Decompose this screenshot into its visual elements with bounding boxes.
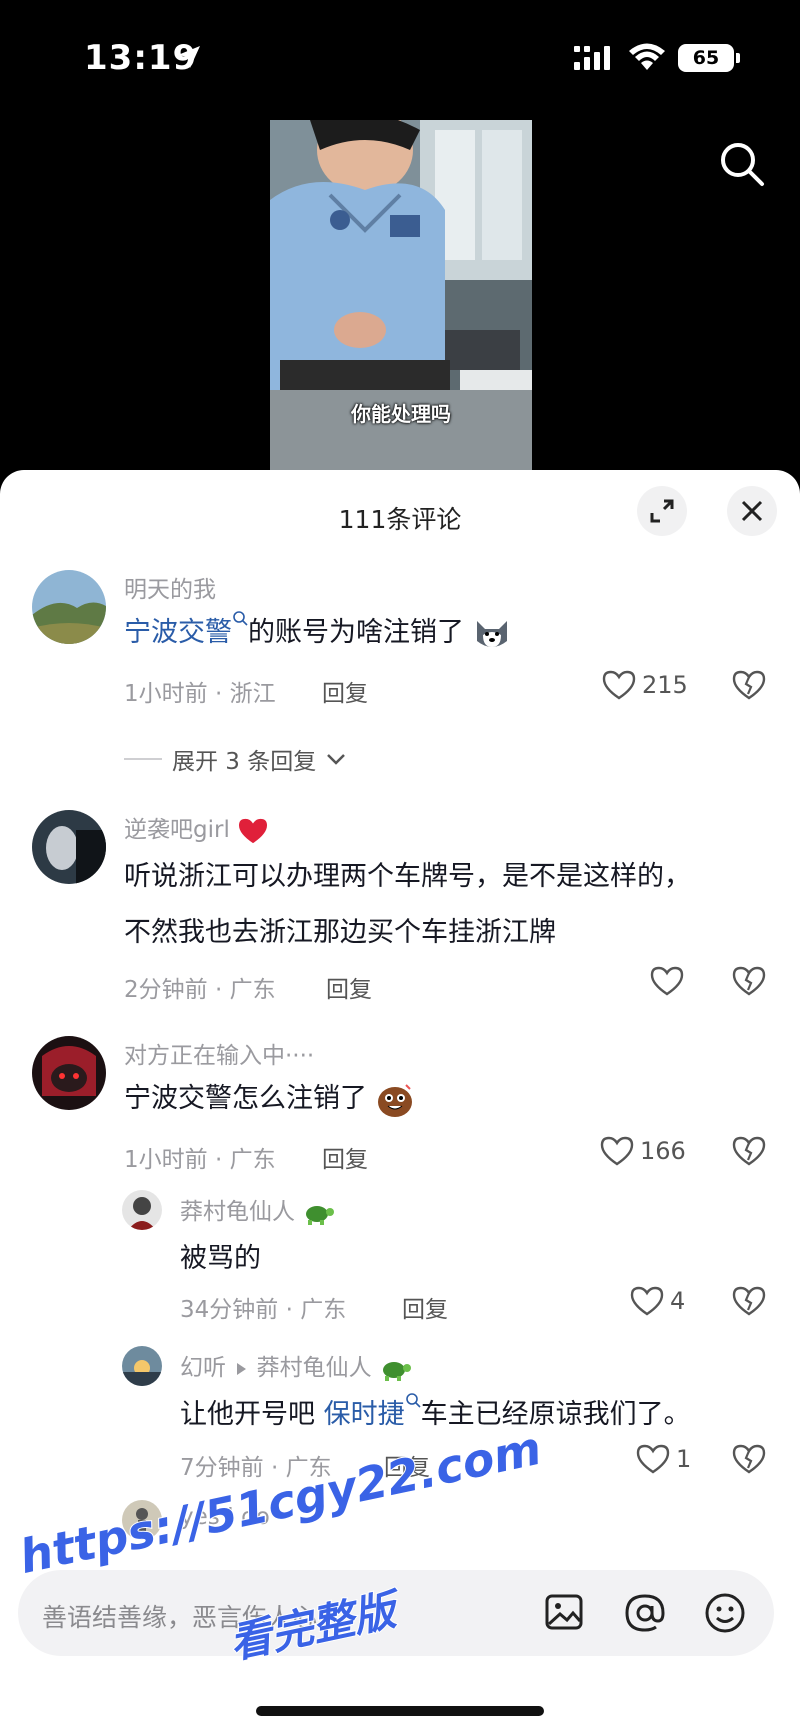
wifi-icon	[629, 43, 665, 70]
heart-icon	[636, 1444, 670, 1474]
video-player[interactable]: 你能处理吗	[270, 120, 532, 470]
turtle-emoji-icon	[382, 1361, 411, 1381]
topic-link[interactable]: 保时捷	[324, 1399, 405, 1430]
expand-replies-label: 展开 3 条回复	[172, 749, 317, 775]
reply-text-pre: 让他开号吧	[180, 1399, 324, 1430]
comment-text-line-2: 不然我也去浙江那边买个车挂浙江牌	[124, 917, 556, 948]
reply-button[interactable]: 回复	[322, 1140, 368, 1174]
comment-username[interactable]: 逆袭吧girl	[124, 810, 269, 845]
username-text: 逆袭吧girl	[124, 817, 230, 843]
video-caption: 你能处理吗	[351, 402, 451, 426]
expand-button[interactable]	[637, 486, 687, 536]
avatar[interactable]	[32, 1036, 106, 1110]
comment-meta: 1小时前 · 广东	[124, 1147, 276, 1173]
heart-icon	[630, 1286, 664, 1316]
comment-text-line-1: 听说浙江可以办理两个车牌号，是不是这样的，	[124, 861, 691, 892]
reply-text: 让他开号吧 保时捷 车主已经原谅我们了。	[180, 1392, 691, 1431]
dislike-icon[interactable]	[732, 670, 766, 700]
username-text: 莽村龟仙人	[180, 1199, 295, 1225]
battery-indicator: 65	[678, 44, 734, 72]
reply-meta: 34分钟前 · 广东	[180, 1297, 347, 1323]
comment-text-body: 宁波交警怎么注销了	[124, 1083, 367, 1114]
status-bar: 13:19 65	[0, 0, 800, 110]
search-icon	[405, 1393, 421, 1408]
image-icon[interactable]	[544, 1592, 584, 1632]
close-icon	[741, 500, 763, 522]
reply-text: 被骂的	[180, 1243, 261, 1274]
battery-nub	[736, 53, 740, 63]
search-icon	[233, 611, 248, 626]
husky-emoji-icon	[476, 620, 507, 647]
dislike-icon[interactable]	[732, 1136, 766, 1166]
location-arrow-icon	[178, 46, 200, 68]
like-button[interactable]: 215	[602, 670, 688, 700]
comment-username[interactable]: 明天的我	[124, 570, 216, 604]
reply-username[interactable]: 幻听 莽村龟仙人	[180, 1348, 411, 1382]
heart-emoji-icon	[239, 818, 268, 843]
expand-replies-button[interactable]: 展开 3 条回复	[124, 742, 346, 776]
like-button[interactable]: 166	[600, 1136, 686, 1166]
avatar[interactable]	[32, 810, 106, 884]
comment-meta: 1小时前 · 浙江	[124, 681, 276, 707]
heart-icon[interactable]	[650, 966, 684, 996]
home-indicator[interactable]	[256, 1706, 544, 1716]
at-icon[interactable]	[624, 1592, 666, 1634]
reply-text-post: 车主已经原谅我们了。	[420, 1399, 691, 1430]
heart-icon	[602, 670, 636, 700]
chevron-down-icon	[327, 754, 346, 765]
reply-username[interactable]: 莽村龟仙人	[180, 1192, 335, 1226]
signal-icon	[574, 46, 610, 70]
like-button[interactable]: 1	[636, 1444, 691, 1474]
avatar[interactable]	[32, 570, 106, 644]
like-count: 166	[640, 1137, 686, 1165]
expand-icon	[650, 499, 674, 523]
close-button[interactable]	[727, 486, 777, 536]
comment-username[interactable]: 对方正在输入中····	[124, 1036, 314, 1070]
like-count: 4	[670, 1287, 686, 1315]
laughing-emoji-icon	[377, 1083, 412, 1117]
comment-input-bar[interactable]: 善语结善缘，恶言伤人心	[18, 1570, 774, 1656]
reply-button[interactable]: 回复	[402, 1290, 448, 1324]
avatar[interactable]	[122, 1346, 162, 1386]
dislike-icon[interactable]	[732, 1444, 766, 1474]
like-count: 1	[676, 1445, 692, 1473]
heart-icon	[600, 1136, 634, 1166]
emoji-icon[interactable]	[704, 1592, 746, 1634]
comment-meta: 2分钟前 · 广东	[124, 977, 276, 1003]
dislike-icon[interactable]	[732, 1286, 766, 1316]
like-count: 215	[642, 671, 688, 699]
comment-text: 宁波交警怎么注销了	[124, 1076, 414, 1119]
divider-line	[124, 758, 162, 760]
topic-link[interactable]: 宁波交警	[124, 617, 232, 648]
comment-text: 宁波交警 的账号为啥注销了	[124, 610, 511, 651]
caret-right-icon	[237, 1362, 247, 1375]
reply-button[interactable]: 回复	[322, 674, 368, 708]
avatar[interactable]	[122, 1190, 162, 1230]
search-icon[interactable]	[718, 140, 766, 188]
like-button[interactable]: 4	[630, 1286, 685, 1316]
comment-text-rest: 的账号为啥注销了	[248, 617, 464, 648]
reply-to-username[interactable]: 莽村龟仙人	[257, 1355, 372, 1381]
dislike-icon[interactable]	[732, 966, 766, 996]
turtle-emoji-icon	[306, 1205, 335, 1225]
reply-button[interactable]: 回复	[326, 970, 372, 1004]
username-text: 幻听	[180, 1355, 226, 1381]
